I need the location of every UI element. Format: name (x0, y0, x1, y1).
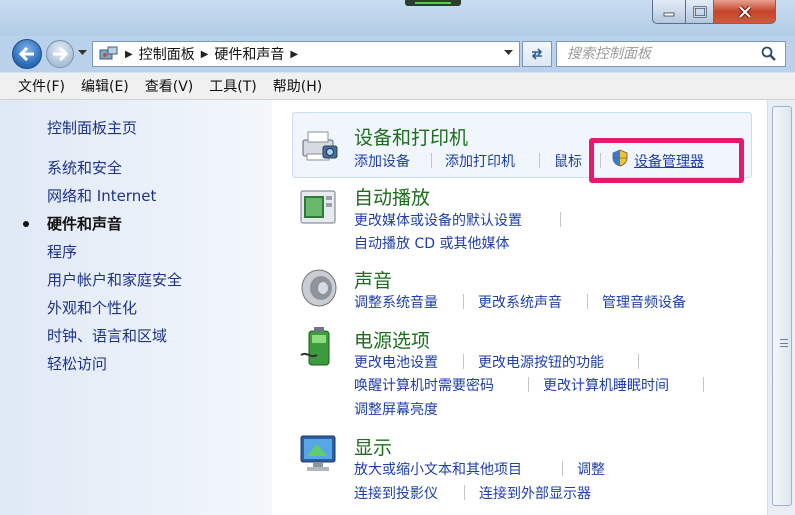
search-icon[interactable] (761, 46, 777, 62)
taskbar-preview-tab (405, 0, 461, 6)
sidebar-item-network[interactable]: 网络和 Internet (47, 185, 156, 206)
link-resize-text[interactable]: 放大或缩小文本和其他项目 (354, 459, 522, 479)
sidebar: 控制面板主页 系统和安全 网络和 Internet 硬件和声音 程序 用户帐户和… (0, 100, 272, 515)
monitor-icon[interactable] (297, 432, 341, 476)
sidebar-item-control-panel-home[interactable]: 控制面板主页 (47, 117, 137, 138)
category-title-display[interactable]: 显示 (354, 433, 392, 460)
breadcrumb-arrow-icon[interactable]: ▶ (125, 49, 133, 60)
menu-bar: 文件(F) 编辑(E) 查看(V) 工具(T) 帮助(H) (0, 72, 795, 100)
category-title-autoplay[interactable]: 自动播放 (354, 183, 430, 210)
minimize-icon (663, 12, 675, 16)
category-title-devices-printers[interactable]: 设备和打印机 (354, 123, 468, 150)
active-bullet-icon (23, 221, 29, 227)
control-panel-icon (99, 46, 118, 60)
window-controls (652, 0, 776, 24)
menu-tools[interactable]: 工具(T) (201, 76, 264, 96)
link-adjust[interactable]: 调整 (577, 459, 605, 479)
link-separator (638, 354, 639, 369)
vertical-scrollbar[interactable] (767, 100, 795, 515)
breadcrumb-arrow-icon[interactable]: ▶ (201, 49, 209, 60)
back-button[interactable] (12, 39, 42, 69)
category-title-power-options[interactable]: 电源选项 (354, 326, 430, 353)
forward-button[interactable] (46, 40, 74, 68)
sidebar-item-ease-of-access[interactable]: 轻松访问 (47, 353, 107, 374)
link-manage-audio-devices[interactable]: 管理音频设备 (602, 292, 686, 312)
link-adjust-brightness[interactable]: 调整屏幕亮度 (354, 399, 438, 419)
maximize-button[interactable] (686, 0, 714, 24)
refresh-icon (531, 48, 543, 60)
link-add-printer[interactable]: 添加打印机 (445, 151, 515, 171)
link-autoplay-cd[interactable]: 自动播放 CD 或其他媒体 (354, 233, 509, 253)
speaker-icon[interactable] (297, 266, 341, 310)
link-separator (463, 354, 464, 369)
arrow-right-icon (53, 47, 68, 61)
link-change-media-defaults[interactable]: 更改媒体或设备的默认设置 (354, 210, 522, 230)
navigation-bar: ▶ 控制面板 ▶ 硬件和声音 ▶ (0, 36, 795, 69)
close-button[interactable] (714, 0, 776, 24)
link-require-password-wake[interactable]: 唤醒计算机时需要密码 (354, 375, 494, 395)
link-add-device[interactable]: 添加设备 (354, 151, 410, 171)
link-separator (528, 377, 529, 392)
category-list: 设备和打印机 添加设备 添加打印机 鼠标 设备管理器 自动播放 更改媒体或设备的… (272, 100, 767, 515)
link-power-button-function[interactable]: 更改电源按钮的功能 (478, 352, 604, 372)
link-separator (464, 485, 465, 500)
link-mouse[interactable]: 鼠标 (554, 151, 582, 171)
link-change-system-sounds[interactable]: 更改系统声音 (478, 292, 562, 312)
link-separator (431, 153, 432, 168)
menu-edit[interactable]: 编辑(E) (73, 76, 137, 96)
breadcrumb-arrow-icon[interactable]: ▶ (290, 49, 298, 60)
link-adjust-volume[interactable]: 调整系统音量 (354, 292, 438, 312)
sidebar-item-programs[interactable]: 程序 (47, 241, 77, 262)
search-box[interactable] (556, 41, 786, 67)
sidebar-item-hardware-sound: 硬件和声音 (47, 215, 123, 233)
breadcrumb-control-panel[interactable]: 控制面板 (139, 44, 195, 64)
menu-file[interactable]: 文件(F) (10, 76, 73, 96)
scrollbar-thumb[interactable] (772, 106, 792, 506)
link-change-sleep-time[interactable]: 更改计算机睡眠时间 (543, 375, 669, 395)
minimize-button[interactable] (652, 0, 686, 24)
link-connect-external-display[interactable]: 连接到外部显示器 (479, 483, 591, 503)
printer-icon[interactable] (297, 124, 341, 168)
link-separator (587, 294, 588, 309)
content-area: 控制面板主页 系统和安全 网络和 Internet 硬件和声音 程序 用户帐户和… (0, 100, 795, 515)
autoplay-icon[interactable] (297, 186, 341, 230)
link-connect-projector[interactable]: 连接到投影仪 (354, 483, 438, 503)
address-bar[interactable]: ▶ 控制面板 ▶ 硬件和声音 ▶ (92, 41, 520, 67)
battery-icon[interactable] (297, 325, 341, 369)
sidebar-item-appearance[interactable]: 外观和个性化 (47, 297, 137, 318)
search-input[interactable] (567, 46, 757, 62)
address-dropdown-icon[interactable] (504, 50, 513, 56)
link-change-battery-settings[interactable]: 更改电池设置 (354, 352, 438, 372)
menu-view[interactable]: 查看(V) (137, 76, 202, 96)
sidebar-item-system-security[interactable]: 系统和安全 (47, 157, 122, 178)
maximize-icon (692, 5, 707, 18)
link-separator (560, 212, 561, 227)
scrollbar-grip-icon (780, 339, 788, 347)
link-separator (539, 153, 540, 168)
menu-help[interactable]: 帮助(H) (265, 76, 330, 96)
sidebar-item-user-accounts[interactable]: 用户帐户和家庭安全 (47, 269, 182, 290)
highlight-box (589, 138, 744, 183)
link-separator (703, 377, 704, 392)
link-separator (463, 294, 464, 309)
sidebar-item-clock-region[interactable]: 时钟、语言和区域 (47, 325, 167, 346)
breadcrumb-hardware-and-sound[interactable]: 硬件和声音 (214, 44, 284, 64)
arrow-left-icon (19, 47, 34, 61)
category-title-sound[interactable]: 声音 (354, 266, 392, 293)
title-bar (0, 0, 795, 36)
recent-pages-dropdown-icon[interactable] (78, 50, 87, 56)
close-icon (738, 5, 751, 18)
refresh-button[interactable] (522, 41, 552, 67)
link-separator (562, 461, 563, 476)
